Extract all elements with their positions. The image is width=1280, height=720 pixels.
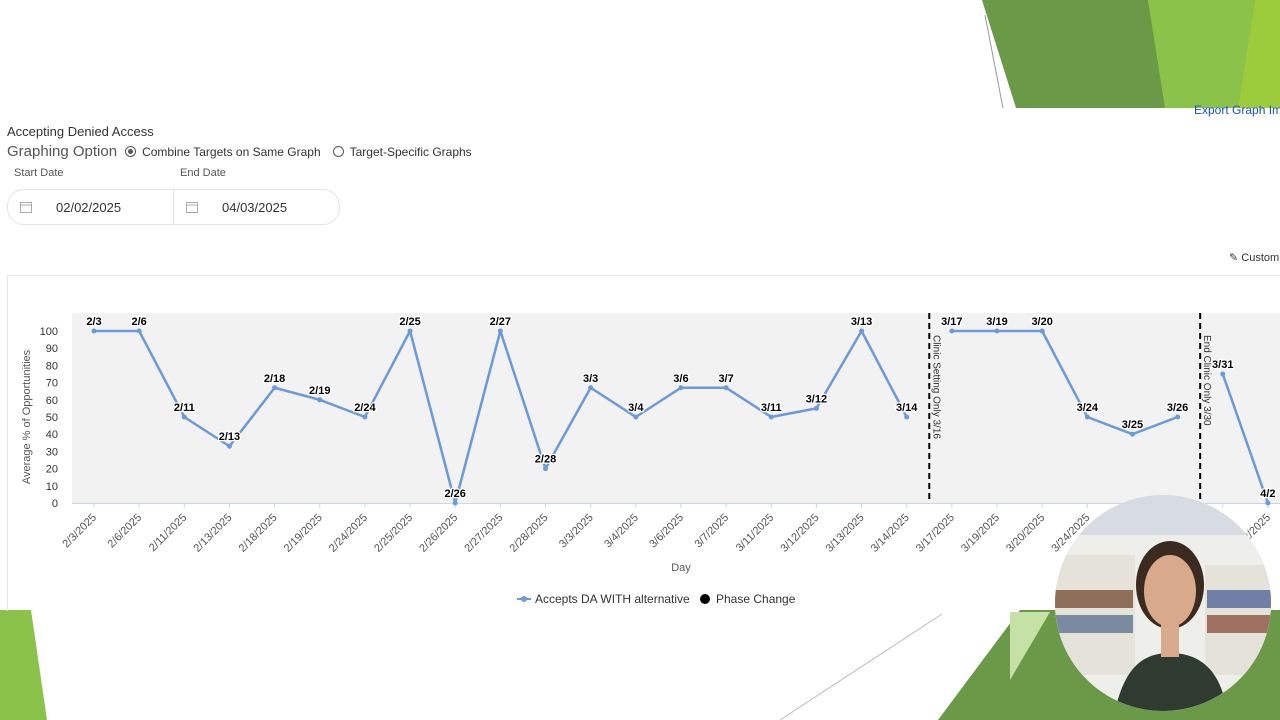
x-tick-label: 2/27/2025 (462, 512, 505, 555)
phase-change-label: Clinic Setting Only 3/16 (930, 335, 941, 439)
data-label: 3/14 (896, 402, 918, 414)
data-point (904, 414, 910, 420)
data-label: 3/19 (986, 316, 1007, 328)
data-label: 3/31 (1212, 359, 1233, 371)
data-point (949, 328, 955, 334)
x-axis-label: Day (671, 562, 691, 574)
data-point (226, 443, 232, 449)
phase-change-label: End Clinic Only 3/30 (1201, 335, 1212, 426)
data-point (91, 328, 97, 334)
y-tick-label: 70 (46, 378, 58, 390)
data-point (723, 385, 729, 391)
data-label: 3/26 (1167, 402, 1188, 414)
data-point (407, 328, 413, 334)
x-tick-label: 2/3/2025 (60, 512, 99, 551)
x-tick-label: 3/4/2025 (602, 512, 641, 551)
data-point (452, 500, 458, 506)
x-tick-label: 2/18/2025 (237, 512, 280, 555)
legend-line-marker (521, 596, 527, 602)
data-label: 2/19 (309, 385, 330, 397)
data-label: 3/13 (851, 316, 872, 328)
data-point (813, 405, 819, 411)
data-point (181, 414, 187, 420)
x-tick-label: 3/14/2025 (869, 512, 912, 555)
data-label: 3/4 (628, 402, 644, 414)
data-point (678, 385, 684, 391)
data-label: 2/11 (174, 402, 195, 414)
data-point (1084, 414, 1090, 420)
data-point (362, 414, 368, 420)
data-label: 4/2 (1260, 488, 1275, 500)
data-point (497, 328, 503, 334)
data-label: 3/12 (806, 393, 827, 405)
data-point (1175, 414, 1181, 420)
data-label: 3/11 (761, 402, 782, 414)
data-label: 3/25 (1122, 419, 1143, 431)
x-tick-label: 3/7/2025 (692, 512, 731, 551)
x-tick-label: 2/11/2025 (147, 512, 190, 555)
y-tick-label: 10 (46, 481, 58, 493)
legend-dot-swatch (700, 594, 710, 604)
y-tick-label: 0 (52, 498, 58, 510)
data-point (1220, 371, 1226, 377)
data-label: 2/18 (264, 373, 285, 385)
y-tick-label: 60 (46, 395, 58, 407)
webcam-overlay (1055, 495, 1271, 711)
data-label: 2/26 (444, 488, 465, 500)
x-tick-label: 3/17/2025 (914, 512, 957, 555)
data-label: 3/20 (1031, 316, 1052, 328)
data-label: 2/25 (399, 316, 420, 328)
y-tick-label: 90 (46, 343, 58, 355)
presenter-video (1055, 495, 1271, 711)
data-point (1265, 500, 1271, 506)
data-point (1129, 431, 1135, 437)
x-tick-label: 3/12/2025 (778, 512, 821, 555)
data-point (768, 414, 774, 420)
data-label: 2/6 (132, 316, 147, 328)
x-tick-label: 3/3/2025 (557, 512, 596, 551)
data-label: 3/7 (718, 373, 733, 385)
y-tick-label: 80 (46, 360, 58, 372)
x-tick-label: 2/26/2025 (417, 512, 460, 555)
y-tick-label: 30 (46, 446, 58, 458)
data-label: 3/3 (583, 373, 598, 385)
data-point (633, 414, 639, 420)
x-tick-label: 2/28/2025 (508, 512, 551, 555)
data-point (859, 328, 865, 334)
data-label: 2/27 (490, 316, 511, 328)
y-tick-label: 40 (46, 429, 58, 441)
x-tick-label: 2/13/2025 (191, 512, 234, 555)
data-point (588, 385, 594, 391)
x-tick-label: 2/25/2025 (372, 512, 415, 555)
data-label: 2/13 (219, 431, 240, 443)
data-point (272, 385, 278, 391)
data-point (1039, 328, 1045, 334)
data-point (317, 397, 323, 403)
x-tick-label: 2/19/2025 (282, 512, 325, 555)
data-label: 3/17 (941, 316, 962, 328)
x-tick-label: 2/24/2025 (327, 512, 370, 555)
y-tick-label: 20 (46, 464, 58, 476)
legend-label: Phase Change (716, 592, 796, 606)
x-tick-label: 3/20/2025 (1004, 512, 1047, 555)
data-label: 3/24 (1077, 402, 1099, 414)
data-label: 3/6 (673, 373, 688, 385)
x-tick-label: 3/19/2025 (959, 512, 1002, 555)
y-tick-label: 100 (40, 326, 58, 338)
x-tick-label: 2/6/2025 (106, 512, 145, 551)
y-tick-label: 50 (46, 412, 58, 424)
data-label: 2/28 (535, 454, 556, 466)
data-label: 2/3 (86, 316, 101, 328)
data-point (994, 328, 1000, 334)
plot-area (72, 313, 1280, 503)
data-point (136, 328, 142, 334)
data-label: 2/24 (354, 402, 376, 414)
data-point (543, 466, 548, 472)
y-axis-label: Average % of Opportunities (21, 349, 33, 484)
x-tick-label: 3/11/2025 (734, 512, 777, 555)
x-tick-label: 3/13/2025 (824, 512, 867, 555)
x-tick-label: 3/6/2025 (647, 512, 686, 551)
legend-label: Accepts DA WITH alternative (535, 592, 690, 606)
